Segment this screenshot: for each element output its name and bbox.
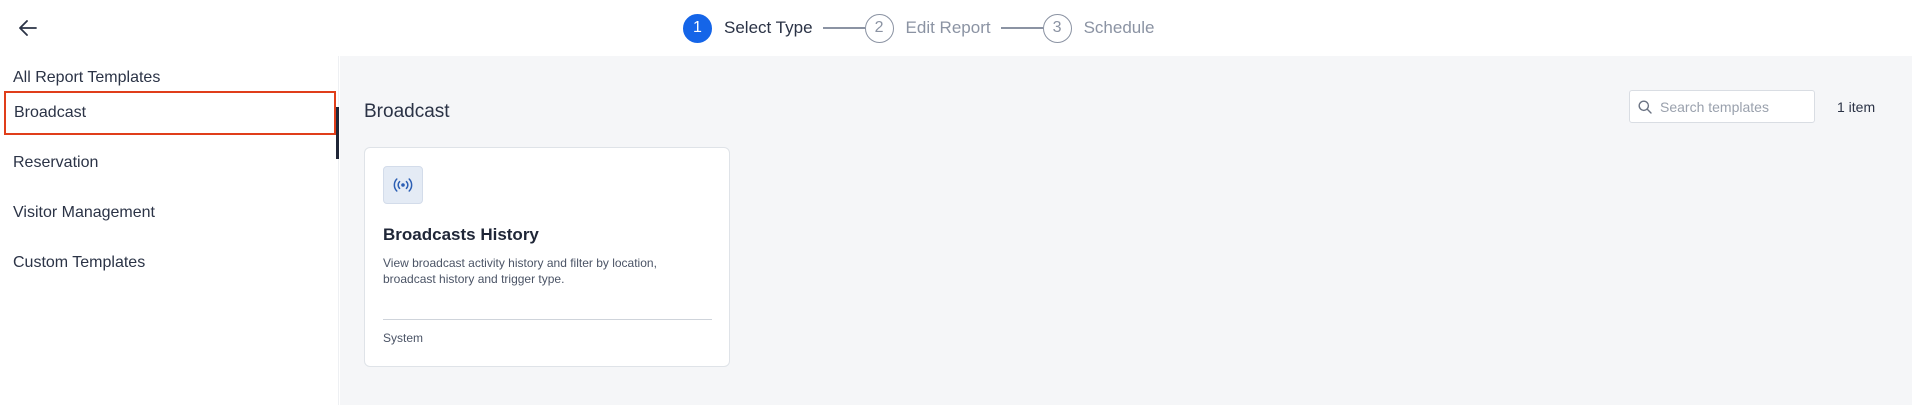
sidebar-item-custom-templates[interactable]: Custom Templates <box>0 241 339 285</box>
sidebar-item-broadcast[interactable]: Broadcast <box>4 91 336 135</box>
back-button[interactable] <box>14 14 42 42</box>
sidebar-item-label: All Report Templates <box>13 69 161 86</box>
card-footer-type: System <box>383 331 424 345</box>
sidebar-item-label: Custom Templates <box>13 254 146 271</box>
card-divider <box>383 319 712 320</box>
step-label: Edit Report <box>905 18 991 37</box>
step-label: Schedule <box>1083 18 1155 37</box>
page-title: Broadcast <box>364 101 450 122</box>
step-label: Select Type <box>724 18 813 37</box>
top-bar: 1 Select Type 2 Edit Report 3 Schedule <box>0 0 1912 56</box>
item-count: 1 item <box>1837 99 1876 115</box>
sidebar-item-visitor-management[interactable]: Visitor Management <box>0 191 339 235</box>
step-number: 3 <box>1042 13 1072 43</box>
broadcast-icon <box>393 178 413 192</box>
sidebar-item-reservation[interactable]: Reservation <box>0 141 339 185</box>
search-input[interactable] <box>1658 97 1808 116</box>
step-edit-report: 2 Edit Report <box>864 13 991 43</box>
sidebar-item-label: Broadcast <box>14 104 87 121</box>
sidebar-item-label: Visitor Management <box>13 204 155 221</box>
card-description: View broadcast activity history and filt… <box>383 256 657 286</box>
arrow-left-icon <box>19 20 37 36</box>
template-card-broadcasts-history[interactable]: Broadcasts History View broadcast activi… <box>364 147 730 367</box>
step-number: 1 <box>683 13 712 43</box>
step-schedule: 3 Schedule <box>1042 13 1155 43</box>
search-icon <box>1638 100 1652 114</box>
stepper: 1 Select Type 2 Edit Report 3 Schedule <box>683 13 1154 43</box>
step-select-type: 1 Select Type <box>683 13 813 43</box>
main-content: Broadcast 1 item Broadcasts History View… <box>340 56 1912 405</box>
sidebar-item-label: Reservation <box>13 154 99 171</box>
step-connector <box>1000 27 1043 29</box>
search-box[interactable] <box>1629 90 1815 123</box>
card-icon-box <box>383 166 423 204</box>
sidebar: All Report Templates Broadcast Reservati… <box>0 56 339 405</box>
card-title: Broadcasts History <box>383 225 539 244</box>
step-connector <box>822 27 865 29</box>
step-number: 2 <box>864 13 894 43</box>
